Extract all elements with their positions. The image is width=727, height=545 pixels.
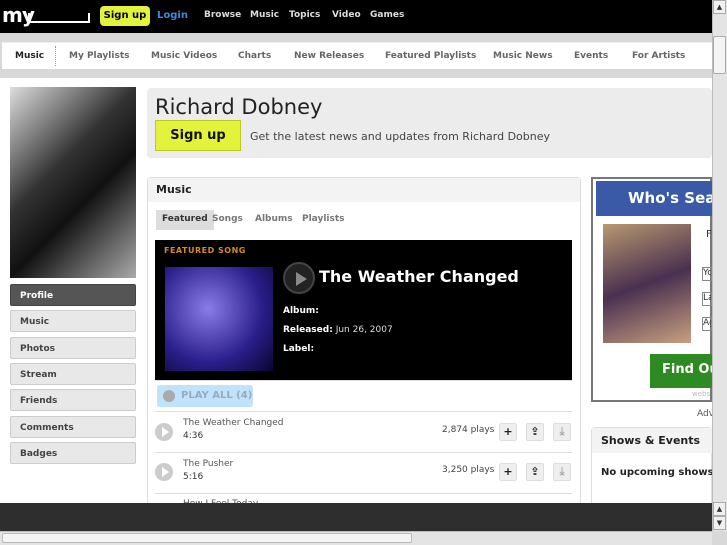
subnav-featured-playlists[interactable]: Featured Playlists xyxy=(385,51,476,61)
subnav-music-videos[interactable]: Music Videos xyxy=(151,51,217,61)
released-field: Released: Jun 26, 2007 xyxy=(283,325,393,335)
download-icon[interactable]: ⤓ xyxy=(553,423,571,441)
logo-underline xyxy=(28,13,90,23)
login-link[interactable]: Login xyxy=(157,10,188,21)
divider xyxy=(155,411,572,412)
album-field: Album: xyxy=(283,306,319,316)
add-icon[interactable]: + xyxy=(499,423,517,441)
sidebar-item-friends[interactable]: Friends xyxy=(10,389,136,411)
released-date: Jun 26, 2007 xyxy=(335,325,393,335)
shows-empty-message: No upcoming shows/events xyxy=(601,467,712,478)
featured-song-label: FEATURED SONG xyxy=(164,246,246,255)
artist-name: Richard Dobney xyxy=(155,95,323,119)
nav-music[interactable]: Music xyxy=(250,10,279,20)
ad-field-label: F xyxy=(706,229,712,240)
shows-title: Shows & Events xyxy=(601,434,701,447)
nav-video[interactable]: Video xyxy=(332,10,361,20)
bottom-bar xyxy=(0,503,712,531)
sidebar-item-photos[interactable]: Photos xyxy=(10,337,136,359)
vertical-scrollbar[interactable] xyxy=(712,0,727,531)
subnav-events[interactable]: Events xyxy=(574,51,608,61)
subnav-music-news[interactable]: Music News xyxy=(493,51,553,61)
subnav-for-artists[interactable]: For Artists xyxy=(632,51,685,61)
ad-input[interactable]: Yo xyxy=(702,267,712,281)
song-play-icon[interactable] xyxy=(155,423,173,441)
scroll-up-icon[interactable]: ▲ xyxy=(713,0,726,14)
ad-image xyxy=(603,224,691,343)
share-icon[interactable]: ⇪ xyxy=(526,423,544,441)
divider xyxy=(155,380,572,381)
song-duration: 5:16 xyxy=(183,472,204,482)
song-plays: 3,250 plays xyxy=(442,465,495,475)
tab-featured[interactable]: Featured xyxy=(156,210,214,230)
label-label: Label: xyxy=(283,344,315,354)
tab-playlists[interactable]: Playlists xyxy=(296,210,351,230)
sidebar-item-profile[interactable]: Profile xyxy=(10,284,136,306)
profile-photo xyxy=(10,87,136,278)
signup-tagline: Get the latest news and updates from Ric… xyxy=(250,130,551,143)
artist-signup-button[interactable]: Sign up xyxy=(155,120,241,151)
subnav-charts[interactable]: Charts xyxy=(238,51,271,61)
sidebar-item-badges[interactable]: Badges xyxy=(10,442,136,464)
album-label: Album: xyxy=(283,306,319,316)
featured-song-artwork xyxy=(165,267,273,371)
song-plays: 2,874 plays xyxy=(442,425,495,435)
tab-songs[interactable]: Songs xyxy=(206,210,249,230)
add-icon[interactable]: + xyxy=(499,463,517,481)
subnav-my-playlists[interactable]: My Playlists xyxy=(69,51,130,61)
featured-song-title: The Weather Changed xyxy=(319,267,519,286)
music-panel-title: Music xyxy=(156,183,192,196)
play-all-icon xyxy=(163,390,175,402)
play-icon[interactable] xyxy=(283,262,315,294)
subnav-divider xyxy=(55,46,56,66)
divider xyxy=(155,452,572,453)
label-field: Label: xyxy=(283,344,314,354)
song-play-icon[interactable] xyxy=(155,463,173,481)
sidebar-item-comments[interactable]: Comments xyxy=(10,416,136,438)
song-duration: 4:36 xyxy=(183,431,204,441)
sidebar-item-music[interactable]: Music xyxy=(10,310,136,332)
vertical-scroll-thumb[interactable] xyxy=(713,36,726,74)
signup-button[interactable]: Sign up xyxy=(100,6,150,26)
subnav-music[interactable]: Music xyxy=(15,51,44,61)
music-panel-header xyxy=(148,178,580,202)
tab-albums[interactable]: Albums xyxy=(249,210,299,230)
sidebar-item-stream[interactable]: Stream xyxy=(10,363,136,385)
ad-input[interactable]: La xyxy=(702,292,712,306)
nav-browse[interactable]: Browse xyxy=(204,10,241,20)
share-icon[interactable]: ⇪ xyxy=(526,463,544,481)
horizontal-scroll-thumb[interactable] xyxy=(2,533,412,543)
divider xyxy=(155,493,572,494)
nav-games[interactable]: Games xyxy=(370,10,404,20)
song-title[interactable]: The Weather Changed xyxy=(183,418,284,428)
download-icon[interactable]: ⤓ xyxy=(553,463,571,481)
ad-input[interactable]: Ag xyxy=(702,317,712,331)
subnav-new-releases[interactable]: New Releases xyxy=(294,51,364,61)
ad-headline: Who's Sear xyxy=(596,181,712,216)
released-label: Released: xyxy=(283,325,333,335)
scroll-up-icon[interactable]: ▲ xyxy=(713,502,726,516)
ad-source: webs xyxy=(692,390,711,398)
ad-find-button[interactable]: Find Ou xyxy=(650,354,712,388)
scroll-down-icon[interactable]: ▼ xyxy=(713,516,726,530)
song-title[interactable]: The Pusher xyxy=(183,459,233,469)
nav-topics[interactable]: Topics xyxy=(289,10,320,20)
